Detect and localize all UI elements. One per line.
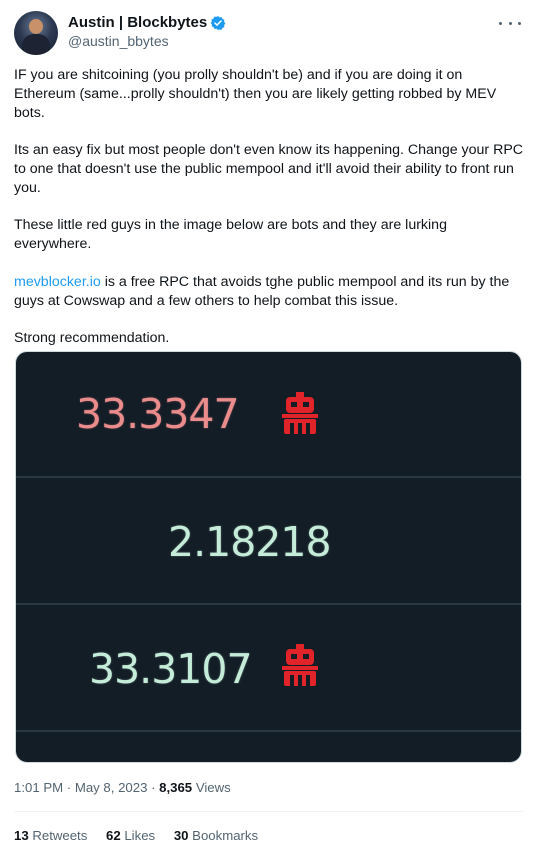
bookmarks-count: 30 — [173, 828, 189, 843]
tweet-paragraph: Strong recommendation. — [14, 330, 170, 347]
bookmarks-stat[interactable]: 30 Bookmarks — [174, 828, 258, 843]
tweet-text: IF you are shitcoining (you prolly shoul… — [14, 66, 524, 367]
likes-count: 62 — [106, 828, 121, 843]
tweet-header: Austin | Blockbytes @austin_bbytes — [14, 11, 523, 55]
author-display-name[interactable]: Austin | Blockbytes — [68, 14, 207, 32]
bookmarks-label: Bookmarks — [192, 828, 259, 843]
tweet-stats: 13 Retweets 62 Likes 30 Bookmarks — [14, 827, 273, 845]
tweet-paragraph: Its an easy fix but most people don't ev… — [14, 142, 524, 196]
tweet-image[interactable]: 33.3347 2.18218 33.3107 — [15, 351, 522, 763]
tweet-meta: 1:01 PM · May 8, 2023 · 8,365 Views — [14, 779, 231, 797]
mevblocker-link[interactable]: mevblocker.io — [14, 274, 101, 290]
author-name-row[interactable]: Austin | Blockbytes — [68, 14, 226, 32]
divider — [14, 811, 523, 812]
tweet-timestamp[interactable]: 1:01 PM · May 8, 2023 · — [14, 780, 159, 795]
views-label: Views — [192, 780, 231, 795]
more-options-icon[interactable] — [499, 15, 521, 31]
more-dot — [508, 21, 512, 25]
tweet-paragraph: IF you are shitcoining (you prolly shoul… — [14, 67, 497, 121]
row-divider — [16, 476, 521, 478]
tweet-paragraph: These little red guys in the image below… — [14, 217, 447, 253]
verified-badge-icon — [210, 16, 226, 30]
author-handle[interactable]: @austin_bbytes — [68, 32, 226, 50]
price-value: 2.18218 — [168, 518, 332, 566]
price-value: 33.3347 — [76, 390, 240, 438]
avatar-body — [22, 34, 50, 55]
retweets-label: Retweets — [32, 828, 88, 843]
tweet-paragraph: mevblocker.io is a free RPC that avoids … — [14, 273, 524, 311]
more-dot — [518, 21, 521, 25]
likes-stat[interactable]: 62 Likes — [106, 828, 155, 843]
author-names: Austin | Blockbytes @austin_bbytes — [68, 14, 226, 50]
avatar-head — [29, 19, 43, 34]
bot-icon — [282, 644, 318, 686]
retweets-count: 13 — [14, 828, 29, 843]
avatar[interactable] — [14, 11, 58, 55]
bot-icon — [282, 392, 318, 434]
more-dot — [499, 21, 502, 25]
price-value: 33.3107 — [89, 645, 253, 693]
row-divider — [16, 603, 521, 605]
retweets-stat[interactable]: 13 Retweets — [14, 828, 87, 843]
views-count: 8,365 — [159, 780, 193, 795]
tweet: Austin | Blockbytes @austin_bbytes IF yo… — [0, 0, 537, 859]
likes-label: Likes — [124, 828, 156, 843]
row-divider — [16, 730, 521, 732]
